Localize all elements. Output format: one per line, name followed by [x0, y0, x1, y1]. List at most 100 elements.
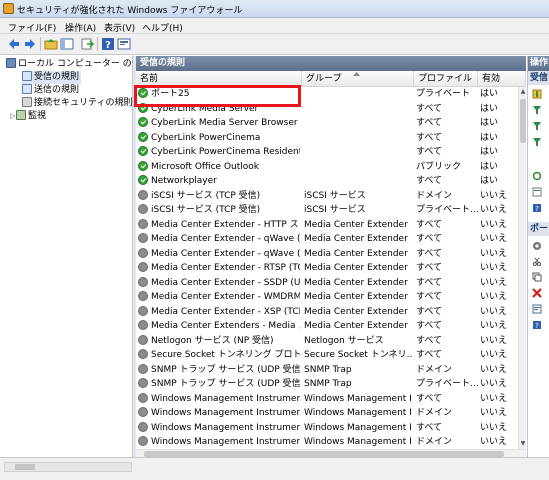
rule-group-cell — [304, 131, 412, 146]
horizontal-scrollbar[interactable] — [136, 449, 526, 457]
column-header-enabled[interactable]: 有効 — [478, 71, 526, 87]
rule-row[interactable]: CyberLink PowerCinema Resident Pr... すべて は… — [136, 145, 518, 160]
vertical-scrollbar[interactable]: ▲ ▼ — [518, 87, 526, 449]
toolbar-separator — [40, 37, 41, 51]
scroll-up-icon[interactable]: ▲ — [520, 88, 526, 96]
tree-item-connection-security[interactable]: 接続セキュリティの規則 — [22, 97, 132, 110]
menu-help[interactable]: ヘルプ(H) — [142, 21, 183, 34]
properties-icon[interactable] — [532, 304, 542, 314]
rule-name-cell: Windows Management Instrumentat... — [138, 421, 300, 436]
rule-row[interactable]: Media Center Extender - qWave (TC... Medi… — [136, 232, 518, 247]
cut-icon[interactable] — [532, 257, 542, 267]
rule-group-cell: Media Center Extender — [304, 292, 408, 302]
filter-profile-icon[interactable] — [532, 105, 542, 115]
export-icon[interactable] — [80, 37, 94, 51]
scroll-thumb[interactable] — [520, 99, 526, 143]
rule-name-cell: Secure Socket トンネリング プロトコ... — [138, 348, 300, 363]
rule-row[interactable]: Secure Socket トンネリング プロトコ... Secure Socke… — [136, 348, 518, 363]
rule-profile-cell: プライベート — [416, 89, 471, 99]
rule-name: Media Center Extender - SSDP (UDP... — [151, 277, 300, 288]
rule-name: SNMP トラップ サービス (UDP 受信) — [151, 379, 300, 389]
rule-disabled-icon — [138, 378, 148, 388]
rule-disabled-icon — [138, 421, 148, 432]
help-icon[interactable]: ? — [532, 320, 542, 330]
tree-item-monitoring[interactable]: ▷ 監視 — [10, 110, 46, 123]
rule-row[interactable]: Media Center Extender - XSP (TCP ... Medi… — [136, 305, 518, 320]
rule-disabled-icon — [138, 320, 148, 330]
help-icon[interactable]: ? — [101, 37, 115, 51]
rule-name: Media Center Extender - HTTP スト... — [151, 219, 300, 230]
tree-item-outbound-rules[interactable]: 送信の規則 — [22, 84, 79, 97]
rule-row[interactable]: Media Center Extender - RTSP (TCP ... Med… — [136, 261, 518, 276]
rule-profile-cell: すべて — [416, 248, 443, 259]
rule-row[interactable]: SNMP トラップ サービス (UDP 受信) SNMP Trap プライベート..… — [136, 377, 518, 392]
rule-group-cell — [304, 116, 412, 131]
copy-icon[interactable] — [532, 272, 542, 282]
properties-icon[interactable] — [117, 37, 131, 51]
rule-row[interactable]: Windows Management Instrumentat... Window… — [136, 406, 518, 421]
forward-icon[interactable] — [23, 37, 37, 51]
rule-name: CyberLink PowerCinema — [151, 132, 261, 143]
up-folder-icon[interactable] — [44, 37, 58, 51]
menu-action[interactable]: 操作(A) — [65, 21, 96, 34]
rule-name-cell: Networkplayer — [138, 174, 300, 189]
rule-enabled-cell: いいえ — [480, 379, 508, 389]
filter-state-icon[interactable] — [532, 121, 542, 131]
rule-row[interactable]: iSCSI サービス (TCP 受信) iSCSI サービス プライベート... いい… — [136, 203, 518, 218]
filter-group-icon[interactable] — [532, 137, 542, 147]
rule-enabled-cell: いいえ — [480, 190, 508, 201]
back-icon[interactable] — [7, 37, 21, 51]
rule-row[interactable]: Networkplayer すべて はい — [136, 174, 518, 189]
rule-row[interactable]: Windows Management Instrumentat... Window… — [136, 421, 518, 436]
rule-row[interactable]: Netlogon サービス (NP 受信) Netlogon サービス すべて いいえ — [136, 334, 518, 349]
rule-group-cell — [304, 87, 412, 102]
rule-enabled-cell: はい — [480, 161, 499, 172]
menu-view[interactable]: 表示(V) — [104, 21, 135, 34]
rule-group-cell — [304, 145, 412, 160]
refresh-icon[interactable] — [532, 171, 542, 181]
tree-horizontal-scrollbar[interactable] — [4, 462, 132, 472]
column-header-profile[interactable]: プロファイル — [414, 71, 478, 87]
disable-rule-icon[interactable] — [532, 241, 542, 251]
rule-name-cell: Media Center Extender - XSP (TCP ... — [138, 305, 300, 320]
rule-profile-cell: すべて — [416, 118, 443, 128]
rule-group-cell: Windows Management I... — [304, 437, 412, 447]
scroll-down-icon[interactable]: ▼ — [520, 440, 526, 448]
rule-name: Networkplayer — [151, 176, 217, 186]
rule-profile-cell: ドメイン — [416, 190, 453, 201]
scroll-thumb[interactable] — [15, 464, 35, 470]
rule-row[interactable]: Media Center Extender - WMDRM-N... Media … — [136, 290, 518, 305]
tree-item-inbound-rules[interactable]: 受信の規則 — [22, 71, 82, 84]
rule-row[interactable]: CyberLink Media Server Browser Eng... すべて… — [136, 116, 518, 131]
rule-name: Secure Socket トンネリング プロトコ... — [151, 350, 300, 360]
rule-row[interactable]: Media Center Extender - SSDP (UDP... Medi… — [136, 276, 518, 291]
rule-enabled-cell: いいえ — [480, 408, 508, 418]
rule-row[interactable]: Microsoft Office Outlook パブリック はい — [136, 160, 518, 175]
rule-enabled-cell: はい — [480, 103, 499, 114]
rule-profile-cell: すべて — [416, 147, 443, 157]
rule-profile-cell: すべて — [416, 277, 443, 288]
rule-disabled-icon — [138, 334, 148, 345]
show-hide-tree-icon[interactable] — [60, 37, 74, 51]
export-list-icon[interactable] — [532, 187, 542, 197]
rule-row[interactable]: Windows Management Instrumentat... Window… — [136, 435, 518, 449]
rule-row[interactable]: Media Center Extender - HTTP スト... Media … — [136, 218, 518, 233]
navigation-tree: ローカル コンピューター のセ 受信の規則 送信の規則 接続セキュリティの規則 … — [0, 56, 141, 457]
rule-row[interactable]: Media Center Extender - qWave (UD... Medi… — [136, 247, 518, 262]
rule-row[interactable]: CyberLink PowerCinema すべて はい — [136, 131, 518, 146]
menu-file[interactable]: ファイル(F) — [8, 21, 56, 34]
rule-row[interactable]: Windows Management Instrumentat... Window… — [136, 392, 518, 407]
new-rule-icon[interactable] — [532, 89, 542, 99]
tree-root[interactable]: ローカル コンピューター のセ — [6, 58, 141, 71]
rule-name-cell: SNMP トラップ サービス (UDP 受信) — [138, 363, 300, 378]
help-icon[interactable]: ? — [532, 203, 542, 213]
rule-profile-cell: すべて — [416, 292, 443, 302]
rule-enabled-cell: はい — [480, 147, 499, 157]
rule-enabled-icon — [138, 131, 148, 142]
rule-row[interactable]: iSCSI サービス (TCP 受信) iSCSI サービス ドメイン いいえ — [136, 189, 518, 204]
highlight-annotation — [134, 85, 301, 107]
rule-name: Media Center Extender - qWave (TC... — [151, 234, 300, 244]
delete-icon[interactable] — [532, 288, 542, 298]
rule-row[interactable]: Media Center Extenders - Media スト... Medi… — [136, 319, 518, 334]
rule-row[interactable]: SNMP トラップ サービス (UDP 受信) SNMP Trap ドメイン いいえ — [136, 363, 518, 378]
